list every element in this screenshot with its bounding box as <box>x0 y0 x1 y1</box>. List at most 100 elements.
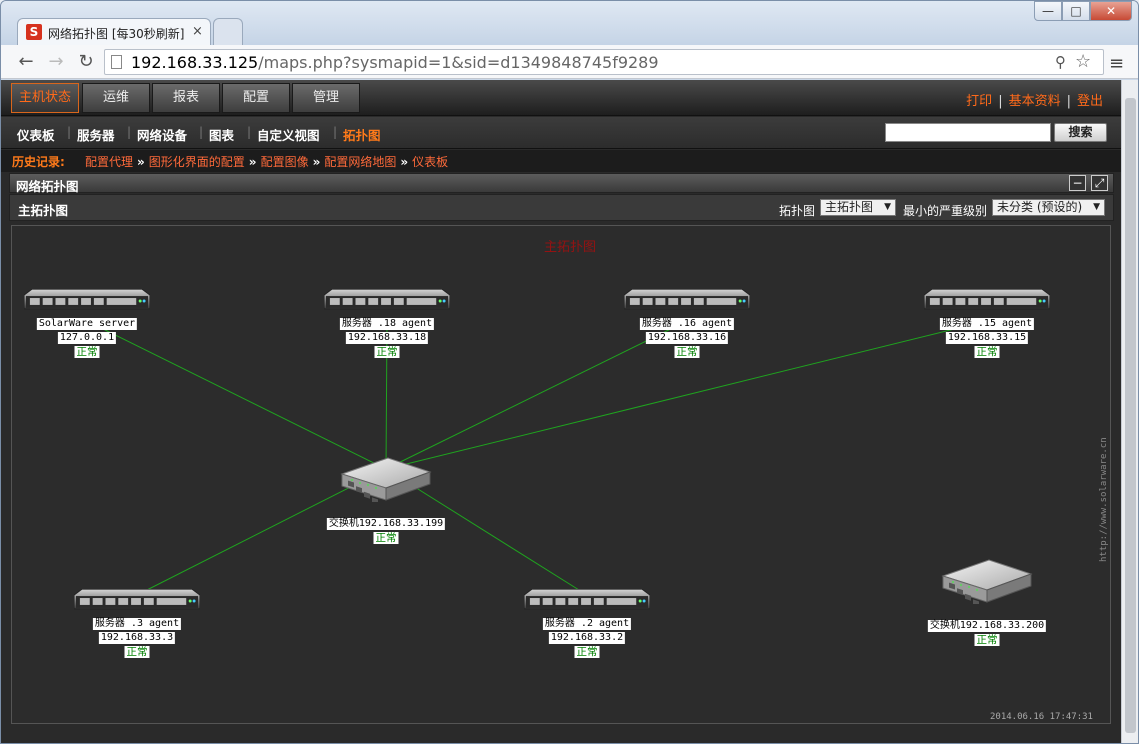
main-menu: 主机状态 运维 报表 配置 管理 打印 | 基本资料 | 登出 <box>1 80 1121 116</box>
search-icon[interactable]: ⚲ <box>1055 53 1066 71</box>
forward-arrow-icon[interactable]: → <box>45 51 67 73</box>
page-icon <box>111 55 122 69</box>
subnav-dashboard[interactable]: 仪表板 <box>17 125 55 144</box>
menu-tab-reports[interactable]: 报表 <box>152 83 220 113</box>
node-name-label[interactable]: 服务器 .3 agent <box>92 618 182 630</box>
menu-tab-administration[interactable]: 管理 <box>292 83 360 113</box>
vertical-scrollbar[interactable] <box>1121 80 1138 743</box>
node-status-label[interactable]: 正常 <box>373 532 399 544</box>
logout-link[interactable]: 登出 <box>1077 94 1103 109</box>
server-icon[interactable] <box>324 289 450 310</box>
server-icon[interactable] <box>24 289 150 310</box>
panel-header: 网络拓扑图 − ⤢ <box>9 173 1114 194</box>
map-select[interactable]: 主拓扑图 ▼ <box>820 199 896 216</box>
search-button[interactable]: 搜索 <box>1054 123 1107 142</box>
node-name-label[interactable]: 服务器 .18 agent <box>339 318 435 330</box>
server-icon[interactable] <box>524 589 650 610</box>
menu-tab-operations[interactable]: 运维 <box>82 83 150 113</box>
node-status-label[interactable]: 正常 <box>74 346 100 358</box>
user-links: 打印 | 基本资料 | 登出 <box>966 94 1103 109</box>
search-input[interactable] <box>885 123 1051 142</box>
dropdown-arrow-icon: ▼ <box>884 202 891 212</box>
node-name-label[interactable]: 服务器 .16 agent <box>639 318 735 330</box>
history-breadcrumb: 历史记录: 配置代理» 图形化界面的配置» 配置图像» 配置网络地图» 仪表板 <box>1 150 1121 172</box>
history-item[interactable]: 图形化界面的配置 <box>149 155 245 169</box>
map-icons <box>24 289 1050 610</box>
subnav-maps[interactable]: 拓扑图 <box>343 125 381 144</box>
window-close-button[interactable]: ✕ <box>1090 1 1132 21</box>
menu-tab-monitoring[interactable]: 主机状态 <box>11 83 79 113</box>
node-status-label[interactable]: 正常 <box>124 646 150 658</box>
favicon-icon: S <box>26 24 42 40</box>
fullscreen-icon[interactable]: ⤢ <box>1091 175 1108 191</box>
node-ip-label[interactable]: 192.168.33.15 <box>945 332 1029 344</box>
switch-icon[interactable] <box>942 559 1032 606</box>
reload-icon[interactable]: ↻ <box>75 51 97 73</box>
bookmark-star-icon[interactable]: ☆ <box>1075 51 1091 72</box>
history-item[interactable]: 仪表板 <box>412 155 448 169</box>
severity-label: 最小的严重级别 <box>903 204 988 218</box>
browser-tab-active[interactable]: S 网络拓扑图 [每30秒刷新] × <box>17 18 211 45</box>
subnav-graphs[interactable]: 图表 <box>209 125 234 144</box>
node-ip-label[interactable]: 192.168.33.18 <box>345 332 429 344</box>
page-content: 主机状态 运维 报表 配置 管理 打印 | 基本资料 | 登出 仪表板 | 服务器 | … <box>1 80 1121 743</box>
subnav-network-devices[interactable]: 网络设备 <box>137 125 187 144</box>
node-ip-label[interactable]: 192.168.33.2 <box>548 632 626 644</box>
node-status-label[interactable]: 正常 <box>674 346 700 358</box>
history-item[interactable]: 配置图像 <box>261 155 309 169</box>
history-item[interactable]: 配置代理 <box>85 155 133 169</box>
browser-window: S 网络拓扑图 [每30秒刷新] × — □ ✕ ← → ↻ 192.168.3… <box>0 0 1139 744</box>
url-text: 192.168.33.125/maps.php?sysmapid=1&sid=d… <box>131 53 659 72</box>
node-name-label[interactable]: 交换机192.168.33.200 <box>927 620 1047 632</box>
node-status-label[interactable]: 正常 <box>574 646 600 658</box>
server-icon[interactable] <box>74 589 200 610</box>
tab-close-icon[interactable]: × <box>192 24 203 39</box>
server-icon[interactable] <box>624 289 750 310</box>
node-name-label[interactable]: 服务器 .15 agent <box>939 318 1035 330</box>
history-items: 配置代理» 图形化界面的配置» 配置图像» 配置网络地图» 仪表板 <box>85 155 449 169</box>
map-title: 主拓扑图 <box>544 240 597 255</box>
window-minimize-button[interactable]: — <box>1034 1 1062 21</box>
panel-title: 网络拓扑图 <box>16 179 79 194</box>
dropdown-arrow-icon: ▼ <box>1093 202 1100 212</box>
map-header-title: 主拓扑图 <box>18 203 69 218</box>
node-status-label[interactable]: 正常 <box>374 346 400 358</box>
watermark: http://www.solarware.cn <box>1099 437 1109 562</box>
map-links <box>86 320 988 596</box>
node-ip-label[interactable]: 127.0.0.1 <box>57 332 117 344</box>
map-header: 主拓扑图 拓扑图 主拓扑图 ▼ 最小的严重级别 未分类 (预设的) ▼ <box>9 194 1114 221</box>
server-icon[interactable] <box>924 289 1050 310</box>
subnav-custom-views[interactable]: 自定义视图 <box>257 125 320 144</box>
map-canvas <box>24 289 1050 610</box>
back-arrow-icon[interactable]: ← <box>15 51 37 73</box>
history-label: 历史记录: <box>12 155 65 169</box>
sub-menu: 仪表板 | 服务器 | 网络设备 | 图表 | 自定义视图 | 拓扑图 搜索 <box>1 117 1121 149</box>
node-name-label[interactable]: SolarWare server <box>36 318 138 330</box>
node-status-label[interactable]: 正常 <box>974 346 1000 358</box>
node-name-label[interactable]: 服务器 .2 agent <box>542 618 632 630</box>
collapse-icon[interactable]: − <box>1069 175 1086 191</box>
severity-select[interactable]: 未分类 (预设的) ▼ <box>992 199 1105 216</box>
history-item[interactable]: 配置网络地图 <box>324 155 396 169</box>
window-maximize-button[interactable]: □ <box>1062 1 1090 21</box>
node-ip-label[interactable]: 192.168.33.16 <box>645 332 729 344</box>
map-select-label: 拓扑图 <box>779 204 816 218</box>
address-bar[interactable]: 192.168.33.125/maps.php?sysmapid=1&sid=d… <box>104 49 1104 75</box>
print-link[interactable]: 打印 <box>966 94 992 109</box>
profile-link[interactable]: 基本资料 <box>1009 94 1061 109</box>
tab-strip: S 网络拓扑图 [每30秒刷新] × — □ ✕ <box>1 1 1138 45</box>
node-name-label[interactable]: 交换机192.168.33.199 <box>326 518 446 530</box>
map-link <box>86 320 387 470</box>
new-tab-button[interactable] <box>213 18 243 45</box>
node-ip-label[interactable]: 192.168.33.3 <box>98 632 176 644</box>
map-timestamp: 2014.06.16 17:47:31 <box>990 712 1093 722</box>
scrollbar-thumb[interactable] <box>1125 98 1136 733</box>
switch-icon[interactable] <box>341 457 431 504</box>
subnav-servers[interactable]: 服务器 <box>77 125 115 144</box>
network-map: 主拓扑图 SolarWare server 127.0.0.1 正常 服务器 .18 … <box>11 225 1111 724</box>
node-status-label[interactable]: 正常 <box>974 634 1000 646</box>
menu-tab-configuration[interactable]: 配置 <box>222 83 290 113</box>
hamburger-menu-icon[interactable]: ≡ <box>1109 53 1124 74</box>
map-link <box>385 320 688 470</box>
tab-title: 网络拓扑图 [每30秒刷新] <box>48 27 185 41</box>
